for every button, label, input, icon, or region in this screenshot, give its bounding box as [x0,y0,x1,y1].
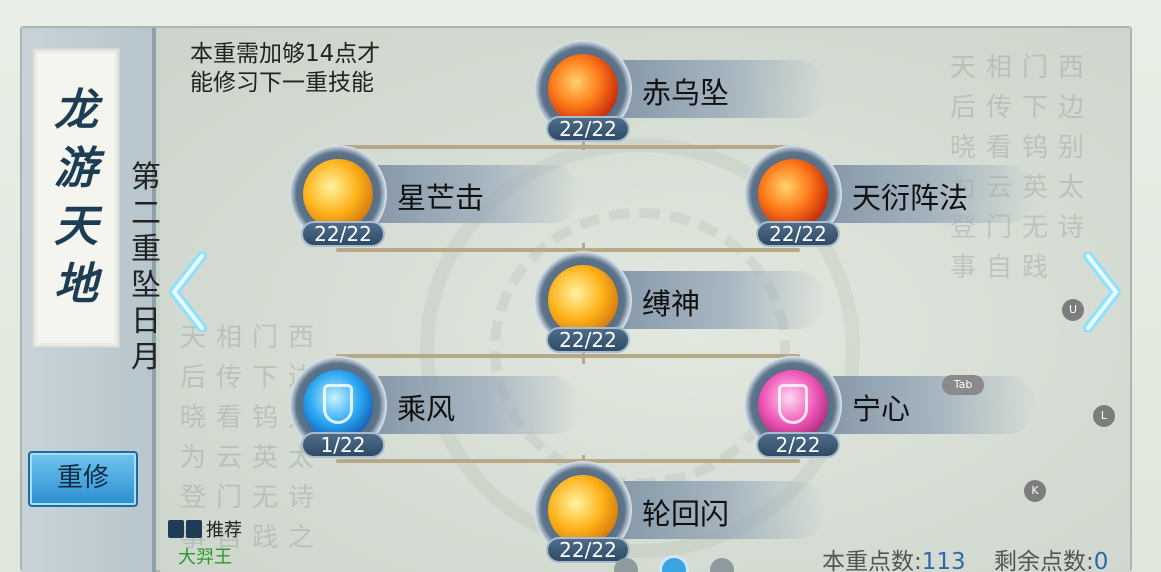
skill-level-badge: 22/22 [546,327,630,353]
skill-name: 乘风 [397,392,456,426]
points-value: 113 [921,549,966,572]
skill-name: 赤乌坠 [642,76,730,110]
calligraphy-char: 地 [54,259,98,310]
points-label: 本重点数: [822,549,922,572]
key-hint-l: L [1093,405,1115,427]
fire-phoenix-icon [548,475,618,545]
skill-level-badge: 2/22 [756,432,840,458]
skill-name: 宁心 [852,392,911,426]
book-icon [168,520,204,538]
next-page-arrow-icon[interactable] [1082,251,1122,333]
skill-name: 天衍阵法 [852,181,969,215]
reset-button[interactable]: 重修 [28,451,138,507]
skill-name: 星芒击 [397,181,485,215]
calligraphy-char: 天 [54,201,98,252]
key-hint-u: U [1062,299,1084,321]
recommend-build-name[interactable]: 大羿王 [178,543,232,569]
recommend-label: 推荐 [206,520,242,541]
skill-level-badge: 22/22 [546,537,630,563]
recommend-button[interactable]: 推荐 [168,516,242,542]
skill-name: 轮回闪 [642,497,730,531]
golden-star-strike-icon [303,159,373,229]
key-hint-tab: Tab [942,375,984,395]
skill-node-fushen[interactable]: 缚神 22/22 [534,251,834,355]
current-tier-points: 本重点数:113 [822,542,966,572]
skill-node-lunhuishan[interactable]: 轮回闪 22/22 [534,461,834,565]
prev-page-arrow-icon[interactable] [168,251,208,333]
skill-level-badge: 22/22 [756,221,840,247]
requirement-hint: 本重需加够14点才 能修习下一重技能 [190,40,420,98]
fire-claw-icon [548,54,618,124]
golden-bind-icon [548,265,618,335]
skill-level-badge: 22/22 [546,116,630,142]
remaining-points: 剩余点数:0 [994,542,1108,572]
skill-node-xingmangji[interactable]: 星芒击 22/22 [289,145,589,249]
pink-shield-icon [758,370,828,440]
calligraphy-char: 游 [54,143,98,194]
points-value: 0 [1093,549,1109,572]
fire-formation-icon [758,159,828,229]
calligraphy-char: 龙 [54,85,98,136]
blue-shield-icon [303,370,373,440]
key-hint-k: K [1024,480,1046,502]
calligraphy-scroll: 龙 游 天 地 [32,48,120,348]
skill-node-chengfeng[interactable]: 乘风 1/22 [289,356,589,460]
skill-node-chiwuzhui[interactable]: 赤乌坠 22/22 [534,40,834,144]
hint-line: 本重需加够14点才 [190,41,381,67]
skill-node-tianyanzhenfa[interactable]: 天衍阵法 22/22 [744,145,1044,249]
points-label: 剩余点数: [994,549,1094,572]
skill-name: 缚神 [642,287,701,321]
skill-level-badge: 1/22 [301,432,385,458]
skill-level-badge: 22/22 [301,221,385,247]
skill-node-ningxin[interactable]: 宁心 2/22 [744,356,1044,460]
hint-line: 能修习下一重技能 [190,70,374,96]
